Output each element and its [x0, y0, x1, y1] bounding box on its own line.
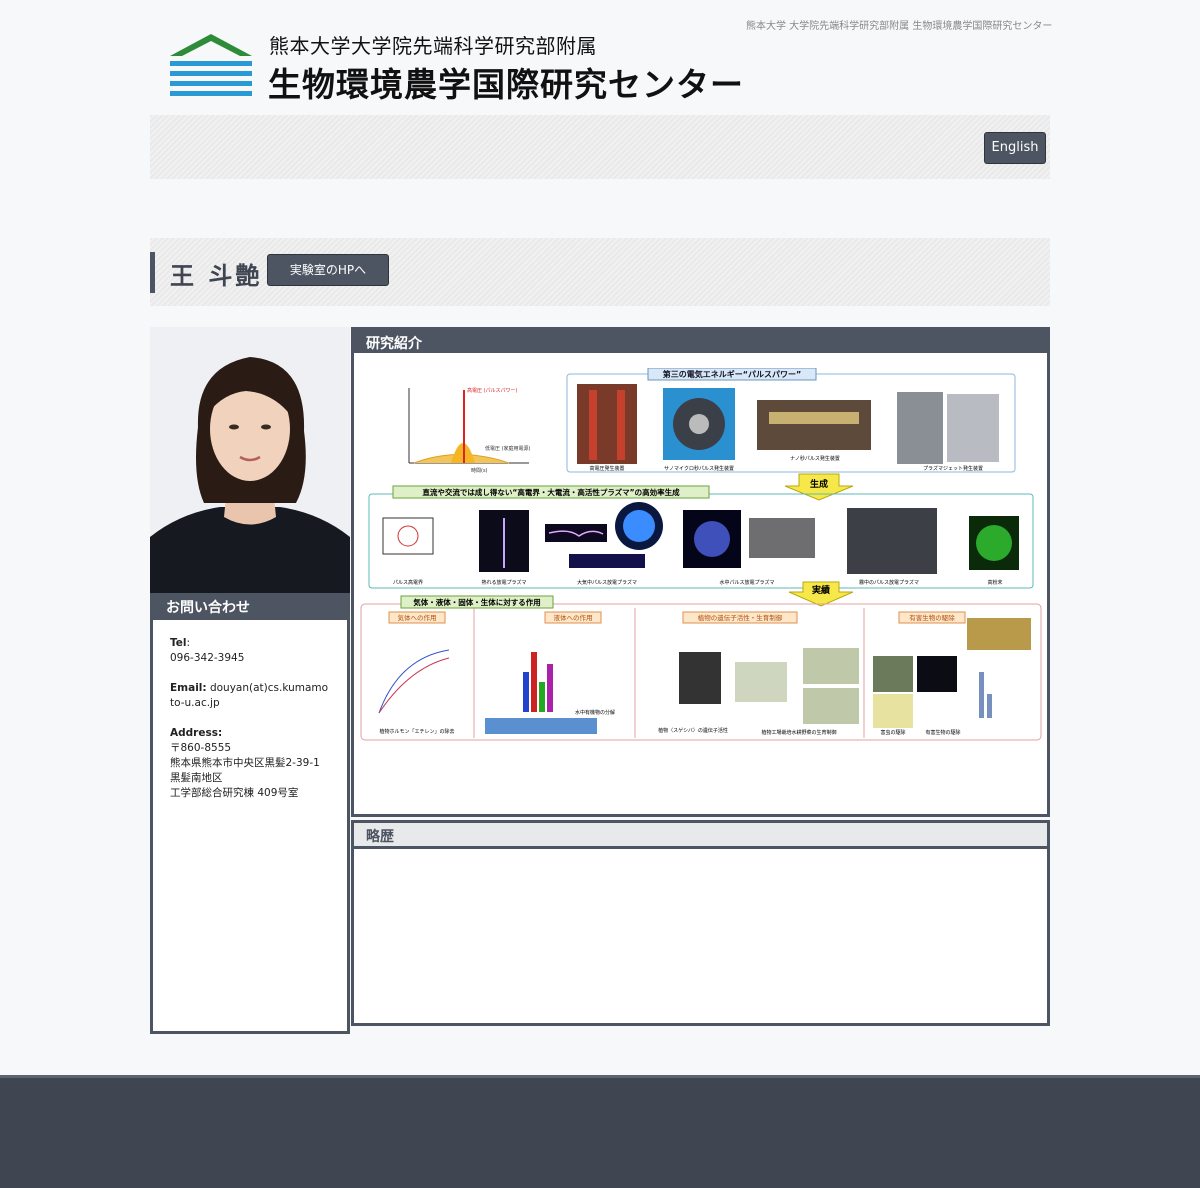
diagram-mid-title: 直流や交流では成し得ない“高電界・大電流・高活性プラズマ”の高効率生成	[422, 487, 680, 497]
person-name: 王 斗艶	[170, 262, 263, 290]
bottom-caption: 水中有機物の分解	[575, 709, 615, 716]
research-diagram: 高電圧 (パルスパワー) 低電圧 (家庭用電源) 時間(s) 第三の電気エネルギ…	[360, 368, 1042, 741]
bottom-caption: 有害生物の駆除	[925, 729, 960, 736]
mid-caption: 霧中のパルス放電プラズマ	[859, 579, 919, 586]
profile-sidebar: お問い合わせ Tel: 096-342-3945 Email: douyan(a…	[150, 327, 350, 1034]
logo-title[interactable]: 生物環境農学国際研究センター	[268, 58, 744, 106]
mid-caption: 大気中パルス放電プラズマ	[577, 579, 637, 586]
tel-value: 096-342-3945	[170, 652, 245, 664]
tel-colon: :	[186, 637, 191, 649]
mid-caption: 高粉末	[987, 579, 1002, 586]
top-caption: 高電圧発生装置	[589, 465, 624, 472]
address-line: 工学部総合研究棟 409号室	[170, 787, 299, 799]
top-caption: ナノ秒パルス発生装置	[790, 455, 840, 462]
site-tagline: 熊本大学 大学院先端科学研究部附属 生物環境農学国際研究センター	[746, 21, 1053, 32]
career-heading: 略歴	[354, 823, 1047, 849]
profile-name-bar: 王 斗艶 実験室のHPへ	[150, 238, 1050, 306]
mid-caption: パルス高電界	[393, 579, 423, 586]
address-line: 黒髪南地区	[170, 772, 223, 784]
top-caption: プラズマジェット発生装置	[923, 465, 983, 472]
bottom-box-title: 有害生物の駆除	[909, 613, 955, 622]
bottom-box-title: 液体への作用	[554, 613, 593, 622]
center-logo-icon[interactable]	[168, 32, 254, 98]
bottom-caption: 植物工場栽培水耕野菜の生育制御	[761, 729, 836, 736]
graph-label: 低電圧 (家庭用電源)	[485, 445, 531, 452]
email-colon: :	[202, 682, 207, 694]
research-heading: 研究紹介	[354, 330, 1047, 353]
bottom-box-title: 気体への作用	[398, 613, 437, 622]
address-line: 熊本県熊本市中央区黒髪2-39-1	[170, 757, 320, 769]
tel-label: Tel	[170, 637, 187, 649]
career-panel: 略歴	[351, 820, 1050, 1026]
mid-caption: 熱れる放電プラズマ	[482, 579, 527, 586]
address-colon: :	[217, 727, 223, 739]
bottom-caption: 植物（スゲシバ）の遺伝子活性	[658, 727, 728, 734]
english-button[interactable]: English	[984, 132, 1046, 164]
diagram-bottom-title: 気体・液体・固体・生体に対する作用	[413, 597, 541, 607]
lab-homepage-button[interactable]: 実験室のHPへ	[267, 254, 389, 286]
graph-label: 高電圧 (パルスパワー)	[467, 387, 518, 394]
address-label: Address	[170, 727, 218, 739]
header-banner: English	[150, 115, 1050, 179]
email-label: Email	[170, 682, 203, 694]
diagram-top-title: 第三の電気エネルギー“パルスパワー”	[663, 369, 802, 379]
arrow-result-label: 実績	[812, 584, 830, 596]
graph-label: 時間(s)	[471, 468, 488, 474]
energy-graph: 高電圧 (パルスパワー) 低電圧 (家庭用電源) 時間(s)	[408, 387, 531, 474]
portrait-photo	[150, 327, 350, 593]
mid-caption: 水中パルス放電プラズマ	[720, 579, 775, 586]
research-panel: 研究紹介 高電圧 (パルスパワー) 低電圧 (家庭用電源) 時間(s) 第三の電…	[351, 327, 1050, 817]
top-caption: サノマイクロ秒パルス発生装置	[664, 465, 734, 472]
bottom-box-title: 植物の遺伝子活性・生育制御	[698, 613, 783, 622]
contact-heading: お問い合わせ	[150, 593, 350, 620]
site-footer	[0, 1075, 1200, 1188]
bottom-caption: 植物ホルモン「エチレン」の除去	[379, 728, 454, 735]
logo-subtitle: 熊本大学大学院先端科学研究部附属	[269, 34, 597, 58]
name-accent-bar	[150, 252, 155, 293]
arrow-generate-label: 生成	[810, 478, 828, 490]
address-line: 〒860-8555	[170, 742, 232, 754]
contact-details: Tel: 096-342-3945 Email: douyan(at)cs.ku…	[150, 620, 350, 1034]
bottom-caption: 害虫の駆除	[880, 729, 905, 736]
